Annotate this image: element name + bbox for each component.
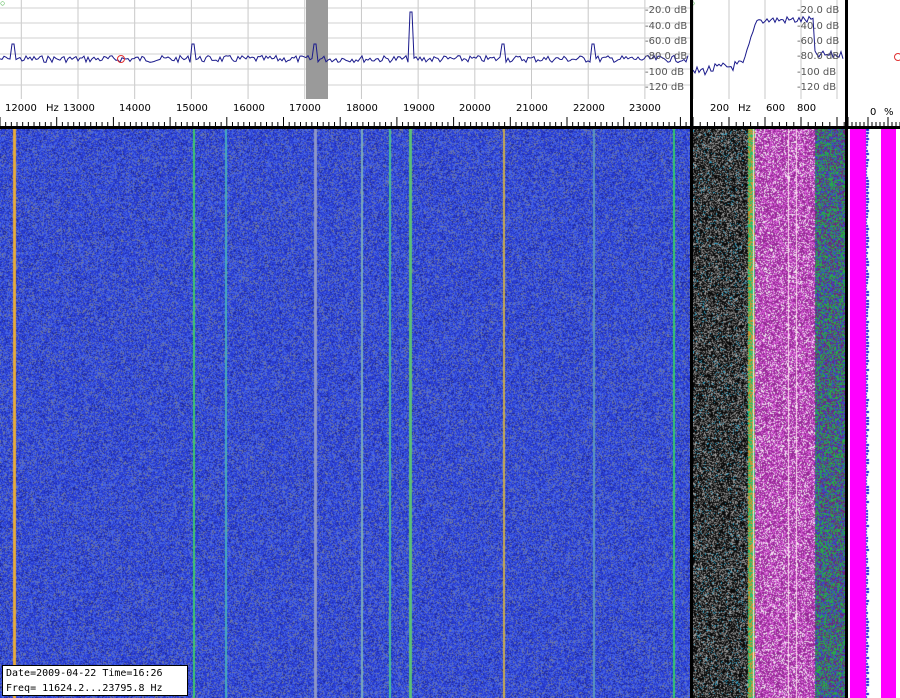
db-label: -40.0 dB: [645, 21, 687, 32]
freq-label: 16000: [233, 103, 265, 114]
db-label: -40.0 dB: [797, 21, 839, 32]
main-waterfall[interactable]: [0, 129, 690, 698]
freq-unit: Hz: [46, 103, 59, 114]
date-time-text: Date=2009-04-22 Time=16:26: [6, 668, 163, 679]
info-box: Date=2009-04-22 Time=16:26 Freq= 11624.2…: [2, 665, 188, 696]
marker-circle[interactable]: [894, 53, 900, 61]
freq-label: 21000: [516, 103, 548, 114]
main-spectrum-trace: [0, 11, 689, 64]
db-label: -80.0 dB: [645, 51, 687, 62]
zoom-waterfall[interactable]: [693, 129, 845, 698]
db-label: -120 dB: [645, 82, 684, 93]
panel-divider[interactable]: [690, 0, 693, 698]
db-label: -120 dB: [797, 82, 836, 93]
percent-value: 0: [870, 107, 876, 118]
freq-label: 14000: [119, 103, 151, 114]
db-label: -100 dB: [797, 67, 836, 78]
percent-scale: 0 %: [848, 99, 900, 129]
freq-label: 17000: [289, 103, 321, 114]
db-label: -20.0 dB: [645, 5, 687, 16]
freq-label: 13000: [63, 103, 95, 114]
level-spectrum-panel: [848, 0, 900, 99]
panel-divider[interactable]: [845, 0, 848, 698]
freq-label: 20000: [459, 103, 491, 114]
percent-unit: %: [884, 107, 894, 118]
freq-label: 18000: [346, 103, 378, 114]
scale-divider: [0, 126, 900, 129]
main-spectrum-plot: -20.0 dB -40.0 dB -60.0 dB -80.0 dB -100…: [0, 0, 690, 99]
freq-label: 200: [710, 103, 729, 114]
main-spectrum-grid: [0, 0, 690, 99]
main-frequency-scale[interactable]: 12000 Hz 13000 14000 15000 16000 17000 1…: [0, 99, 690, 129]
freq-label: 15000: [176, 103, 208, 114]
db-label: -60.0 dB: [797, 36, 839, 47]
main-spectrum-panel[interactable]: -20.0 dB -40.0 dB -60.0 dB -80.0 dB -100…: [0, 0, 690, 99]
frequency-labels: 12000 Hz 13000 14000 15000 16000 17000 1…: [5, 103, 661, 114]
frequency-range-text: Freq= 11624.2...23795.8 Hz: [6, 683, 163, 694]
level-history: [848, 129, 900, 698]
zoom-spectrum-plot: -20.0 dB -40.0 dB -60.0 dB -80.0 dB -100…: [693, 0, 844, 99]
zoom-waterfall-canvas[interactable]: [693, 129, 845, 698]
percent-axis: 0 %: [848, 107, 900, 129]
freq-label: 800: [797, 103, 816, 114]
freq-label: 12000: [5, 103, 37, 114]
zoom-db-labels: -20.0 dB -40.0 dB -60.0 dB -80.0 dB -100…: [797, 5, 839, 93]
main-waterfall-canvas[interactable]: [0, 129, 690, 698]
db-label: -100 dB: [645, 67, 684, 78]
freq-label: 22000: [573, 103, 605, 114]
db-label: -20.0 dB: [797, 5, 839, 16]
green-marker-icon: ○: [0, 0, 6, 8]
zoom-spectrum-panel[interactable]: -20.0 dB -40.0 dB -60.0 dB -80.0 dB -100…: [693, 0, 845, 99]
level-history-canvas: [848, 129, 900, 698]
main-db-labels: -20.0 dB -40.0 dB -60.0 dB -80.0 dB -100…: [645, 5, 687, 93]
freq-label: 600: [766, 103, 785, 114]
freq-label: 19000: [403, 103, 435, 114]
level-plot: [894, 53, 900, 61]
freq-label: 23000: [629, 103, 661, 114]
freq-unit: Hz: [738, 103, 751, 114]
db-label: -60.0 dB: [645, 36, 687, 47]
zoom-frequency-axis: 200 Hz 600 800: [693, 103, 845, 129]
main-frequency-axis: 12000 Hz 13000 14000 15000 16000 17000 1…: [0, 103, 687, 129]
db-label: -80.0 dB: [797, 51, 839, 62]
zoom-frequency-scale[interactable]: 200 Hz 600 800: [693, 99, 845, 129]
